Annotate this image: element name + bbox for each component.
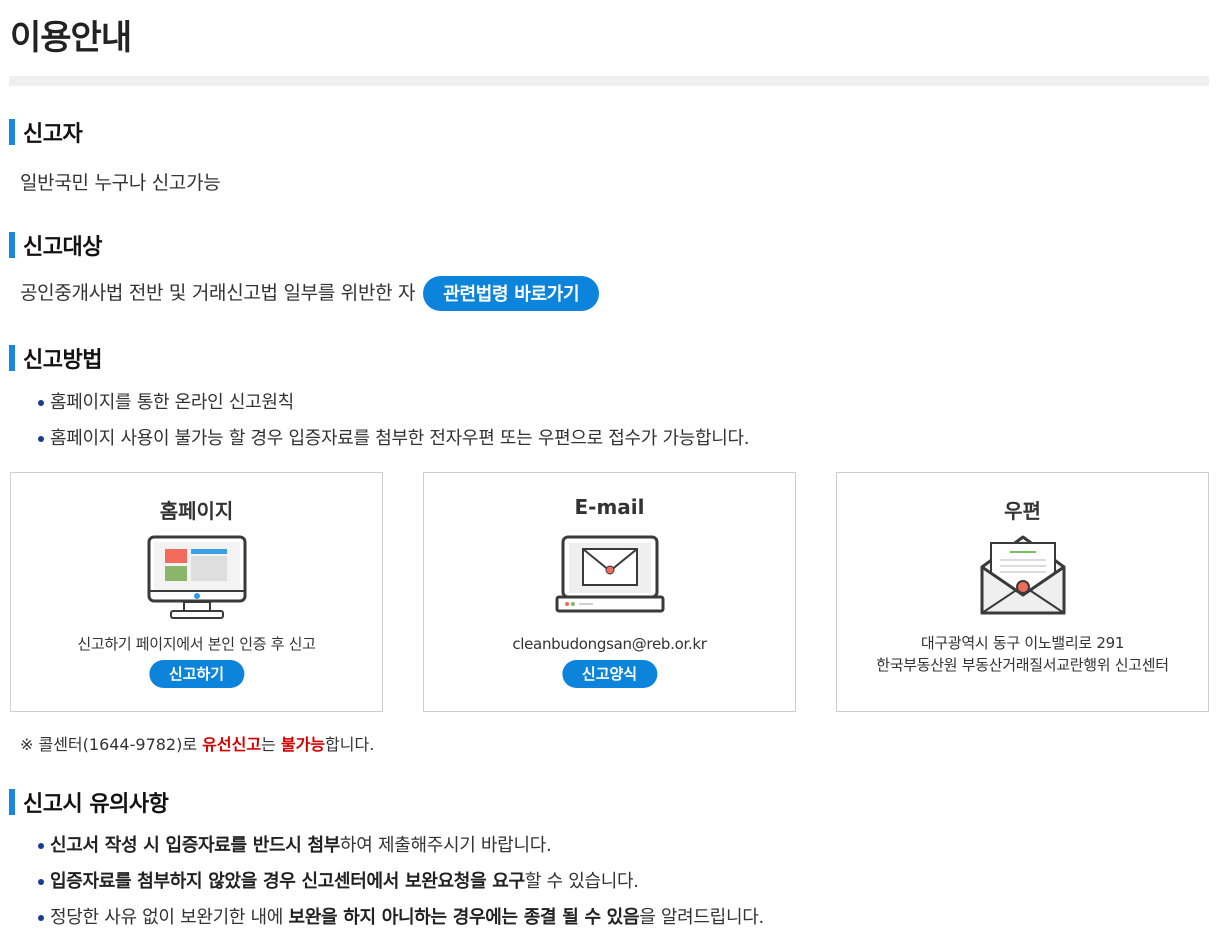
post-address: 대구광역시 동구 이노밸리로 291 [920,634,1125,652]
title-divider [9,76,1209,86]
card-title: 홈페이지 [159,499,234,523]
section-heading-label: 신고자 [23,122,83,147]
section-heading-label: 신고방법 [23,348,102,373]
card-desc: 신고하기 페이지에서 본인 인증 후 신고 [77,635,316,653]
card-post: 우편 대구광역시 동구 이노밸리로 291 한국부동산원 부동산거래질서교란행위… [836,472,1209,712]
target-text: 공인중개사법 전반 및 거래신고법 일부를 위반한 자 [20,282,416,304]
section-mark [9,119,15,145]
list-item: 홈페이지를 통한 온라인 신고원칙 [38,385,749,421]
method-list: 홈페이지를 통한 온라인 신고원칙 홈페이지 사용이 불가능 할 경우 입증자료… [38,385,750,457]
report-form-button[interactable]: 신고양식 [561,660,658,688]
monitor-icon [147,535,247,625]
post-recipient: 한국부동산원 부동산거래질서교란행위 신고센터 [876,656,1169,674]
card-title: E-mail [574,495,645,519]
bullet-icon [38,400,44,406]
note-highlight: 불가능 [280,735,326,754]
bullet-icon [38,436,44,442]
section-heading-method: 신고방법 [9,342,102,374]
section-heading-cautions: 신고시 유의사항 [9,786,169,818]
note-highlight: 유선신고 [202,735,262,754]
laptop-mail-icon [555,535,665,619]
section-heading-reporter: 신고자 [9,116,83,148]
section-mark [9,232,15,258]
section-heading-label: 신고시 유의사항 [23,792,169,817]
report-button[interactable]: 신고하기 [148,660,245,688]
section-heading-target: 신고대상 [9,229,102,261]
card-desc: cleanbudongsan@reb.or.kr [512,635,707,653]
callcenter-note: ※ 콜센터(1644-9782)로 유선신고는 불가능합니다. [20,735,375,754]
section-mark [9,789,15,815]
list-item: 입증자료를 첨부하지 않았을 경우 신고센터에서 보완요청을 요구할 수 있습니… [38,864,764,900]
bullet-icon [38,843,44,849]
target-row: 공인중개사법 전반 및 거래신고법 일부를 위반한 자 관련법령 바로가기 [20,276,600,311]
section-heading-label: 신고대상 [23,235,102,260]
cautions-list: 신고서 작성 시 입증자료를 반드시 첨부하여 제출해주시기 바랍니다. 입증자… [38,828,764,936]
list-item: 홈페이지 사용이 불가능 할 경우 입증자료를 첨부한 전자우편 또는 우편으로… [38,421,750,457]
card-homepage: 홈페이지 신고하기 페이지에서 본인 인증 후 신고 신고하기 [10,472,383,712]
page-title: 이용안내 [10,18,132,58]
bullet-icon [38,915,44,921]
card-desc: 대구광역시 동구 이노밸리로 291 한국부동산원 부동산거래질서교란행위 신고… [837,632,1208,676]
related-law-button[interactable]: 관련법령 바로가기 [423,276,600,311]
card-title: 우편 [1004,499,1041,523]
envelope-icon [980,535,1066,621]
list-item: 신고서 작성 시 입증자료를 반드시 첨부하여 제출해주시기 바랍니다. [38,828,764,864]
page: 이용안내 신고자 일반국민 누구나 신고가능 신고대상 공인중개사법 전반 및 … [0,0,1219,939]
reporter-text: 일반국민 누구나 신고가능 [20,172,221,194]
card-email: E-mail cleanbudongsan@reb.or.kr 신고양식 [423,472,796,712]
list-item: 정당한 사유 없이 보완기한 내에 보완을 하지 아니하는 경우에는 종결 될 … [38,900,764,936]
method-cards: 홈페이지 신고하기 페이지에서 본인 인증 후 신고 신고하기 E-mail c… [10,472,1209,712]
section-mark [9,345,15,371]
bullet-icon [38,879,44,885]
